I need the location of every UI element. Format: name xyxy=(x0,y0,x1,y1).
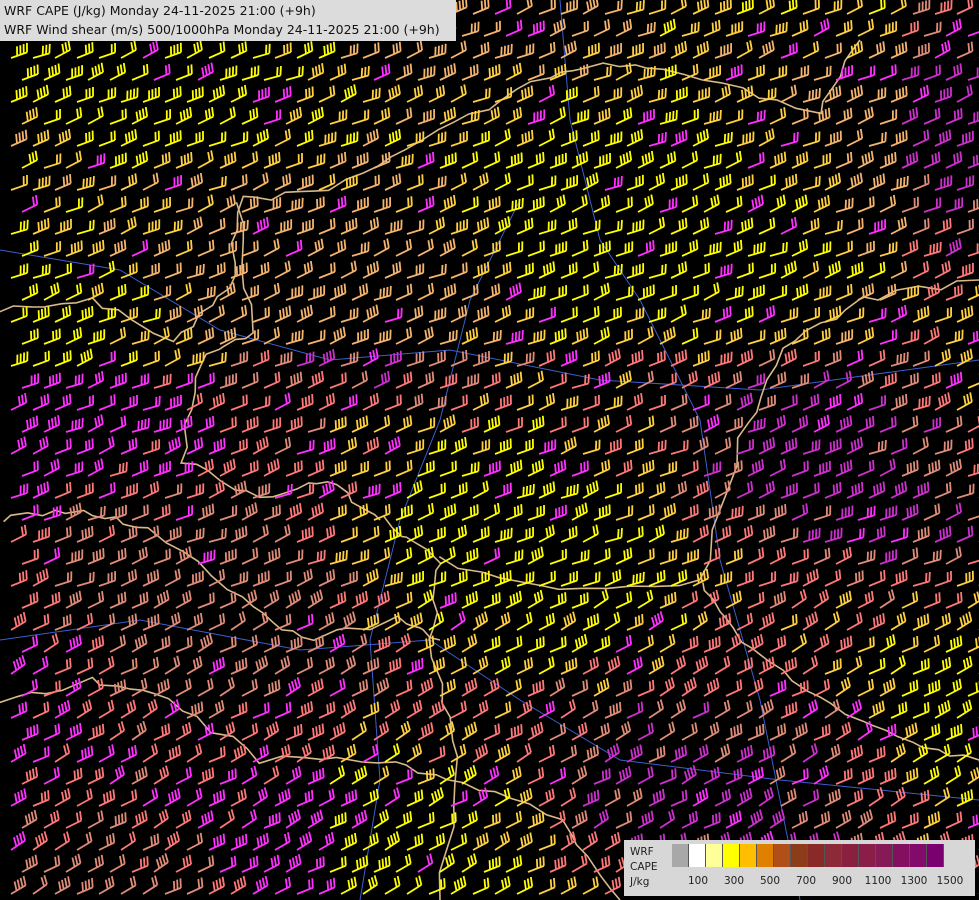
legend-ticks: 100 300 500 700 900 1100 1300 1500 xyxy=(672,875,972,889)
legend-color-bar xyxy=(672,844,944,867)
legend-swatch xyxy=(842,844,859,867)
legend-swatch xyxy=(672,844,689,867)
legend-tick-label: 500 xyxy=(759,875,781,887)
map-title: WRF CAPE (J/kg) Monday 24-11-2025 21:00 … xyxy=(0,0,456,41)
legend-swatch xyxy=(757,844,774,867)
legend-swatch xyxy=(689,844,706,867)
title-wind-shear: WRF Wind shear (m/s) 500/1000hPa Monday … xyxy=(4,22,440,37)
legend-swatch xyxy=(927,844,944,867)
title-cape: WRF CAPE (J/kg) Monday 24-11-2025 21:00 … xyxy=(4,3,316,18)
wind-shear-map xyxy=(0,0,979,900)
legend-model-label: WRF xyxy=(630,846,654,858)
legend-tick-label: 300 xyxy=(723,875,745,887)
legend-swatch xyxy=(910,844,927,867)
legend-swatch xyxy=(825,844,842,867)
legend-swatch xyxy=(706,844,723,867)
legend-swatch xyxy=(876,844,893,867)
cape-legend: WRF CAPE J/kg 100 300 500 700 900 1100 1300 150… xyxy=(624,840,975,896)
legend-variable-label: CAPE xyxy=(630,861,658,873)
legend-tick-label: 1500 xyxy=(936,875,964,887)
legend-swatch xyxy=(893,844,910,867)
legend-tick-label: 700 xyxy=(795,875,817,887)
legend-swatch xyxy=(774,844,791,867)
legend-swatch xyxy=(740,844,757,867)
legend-tick-label: 1300 xyxy=(900,875,928,887)
legend-tick-label: 1100 xyxy=(864,875,892,887)
legend-unit-label: J/kg xyxy=(630,876,650,888)
legend-swatch xyxy=(808,844,825,867)
legend-swatch xyxy=(859,844,876,867)
legend-swatch xyxy=(791,844,808,867)
legend-tick-label: 100 xyxy=(687,875,709,887)
legend-swatch xyxy=(723,844,740,867)
legend-tick-label: 900 xyxy=(831,875,853,887)
